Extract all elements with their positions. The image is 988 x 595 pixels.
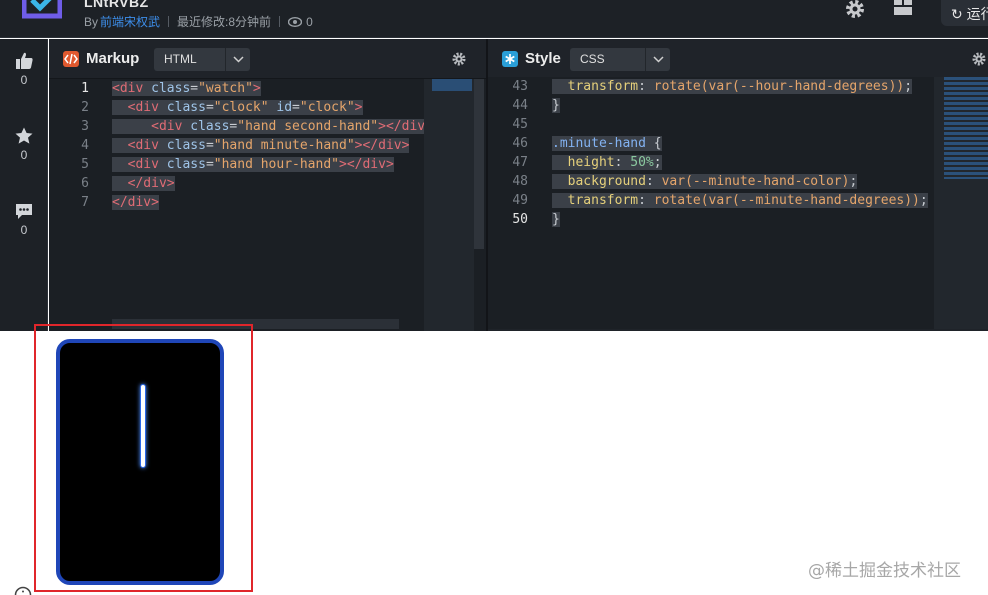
line-number: 3 (81, 119, 89, 134)
line-number: 6 (81, 176, 89, 191)
like-action[interactable]: 0 (0, 51, 48, 87)
code-line: <div class="watch"> (112, 81, 261, 96)
html-vertical-scrollbar[interactable] (474, 79, 484, 249)
css-language-select[interactable]: CSS (570, 48, 670, 71)
top-bar: LNtRVBZ By 前端宋权武 最近修改: 8分钟前 0 ↻ 运行 (0, 0, 988, 38)
line-number: 48 (512, 174, 528, 189)
layout-grid-icon[interactable] (893, 0, 913, 16)
codepen-logo-icon[interactable] (22, 0, 62, 24)
run-button-label: 运行 (966, 6, 988, 22)
html-minimap[interactable] (424, 79, 474, 331)
divider (279, 16, 281, 27)
code-line: <div class="hand hour-hand"></div> (112, 155, 394, 174)
code-tag-icon (63, 51, 79, 67)
refresh-icon: ↻ (951, 6, 963, 22)
project-title[interactable]: LNtRVBZ (84, 0, 149, 10)
code-line: .minute-hand { (552, 136, 662, 151)
favorite-count: 0 (20, 148, 28, 162)
code-line: </div> (112, 174, 175, 193)
eye-icon (288, 16, 303, 27)
code-line: } (552, 212, 560, 227)
clock-hand (140, 384, 146, 468)
code-line: transform: rotate(var(--hour-hand-degree… (552, 77, 913, 96)
line-number: 45 (512, 117, 528, 132)
line-number: 5 (81, 157, 89, 172)
css-language-value: CSS (580, 52, 605, 66)
line-number: 46 (512, 136, 528, 151)
author-prefix: By (84, 14, 99, 29)
css-pane-title: Style (525, 50, 561, 67)
html-code-editor[interactable]: 1 2 3 4 5 6 7 <div class="watch"> <div c… (49, 79, 486, 331)
author-link[interactable]: 前端宋权武 (100, 13, 160, 30)
code-line: height: 50%; (552, 153, 662, 172)
asterisk-icon (502, 51, 518, 67)
code-line: <div class="hand minute-hand"></div> (112, 136, 410, 155)
info-icon[interactable] (14, 586, 32, 595)
code-line: <div class="clock" id="clock"> (112, 98, 363, 117)
watermark: @稀土掘金技术社区 (808, 561, 961, 581)
html-language-value: HTML (164, 52, 197, 66)
code-line: background: var(--minute-hand-color); (552, 172, 858, 191)
chevron-down-icon (225, 48, 250, 71)
like-count: 0 (20, 73, 28, 87)
css-pane-header: Style CSS (488, 39, 988, 79)
thumbs-up-icon (16, 52, 33, 69)
line-number: 49 (512, 193, 528, 208)
css-editor-pane: Style CSS 43 44 45 46 47 48 49 50 transf… (488, 39, 988, 331)
view-count: 0 (306, 14, 313, 29)
line-number: 1 (81, 81, 89, 96)
comment-count: 0 (20, 223, 28, 237)
line-number: 2 (81, 100, 89, 115)
modified-value: 8分钟前 (228, 15, 272, 29)
line-number: 7 (81, 195, 89, 210)
line-number: 47 (512, 155, 528, 170)
watch-preview (56, 339, 224, 585)
favorite-action[interactable]: 0 (0, 126, 48, 162)
project-meta: By 前端宋权武 最近修改: 8分钟前 0 (84, 13, 313, 30)
code-line: } (552, 98, 560, 113)
code-line: </div> (112, 195, 159, 210)
gear-icon[interactable] (844, 0, 866, 20)
line-number: 43 (512, 79, 528, 94)
html-pane-title: Markup (86, 50, 140, 67)
html-language-select[interactable]: HTML (154, 48, 250, 71)
line-number: 4 (81, 138, 89, 153)
comment-icon (16, 204, 32, 219)
modified-label: 最近修改: (177, 15, 229, 29)
star-icon (15, 127, 33, 144)
css-minimap[interactable] (934, 77, 988, 329)
line-number: 44 (512, 98, 528, 113)
run-button[interactable]: ↻ 运行 (941, 0, 988, 26)
line-gutter: 1 2 3 4 5 6 7 (49, 79, 105, 331)
html-editor-pane: Markup HTML 1 2 3 4 5 6 7 <div class="wa… (49, 39, 486, 331)
line-gutter: 43 44 45 46 47 48 49 50 (488, 77, 544, 329)
comment-action[interactable]: 0 (0, 201, 48, 237)
html-pane-header: Markup HTML (49, 39, 486, 79)
action-sidebar: 0 0 0 (0, 39, 48, 331)
divider (168, 16, 170, 27)
chevron-down-icon (645, 48, 670, 71)
line-number: 50 (512, 212, 528, 227)
code-line: transform: rotate(var(--minute-hand-degr… (552, 191, 928, 210)
code-line: <div class="hand second-hand"></div> (112, 117, 433, 136)
settings-gear-icon[interactable] (452, 52, 466, 66)
settings-gear-icon[interactable] (972, 52, 986, 66)
css-code-editor[interactable]: 43 44 45 46 47 48 49 50 transform: rotat… (488, 77, 988, 329)
